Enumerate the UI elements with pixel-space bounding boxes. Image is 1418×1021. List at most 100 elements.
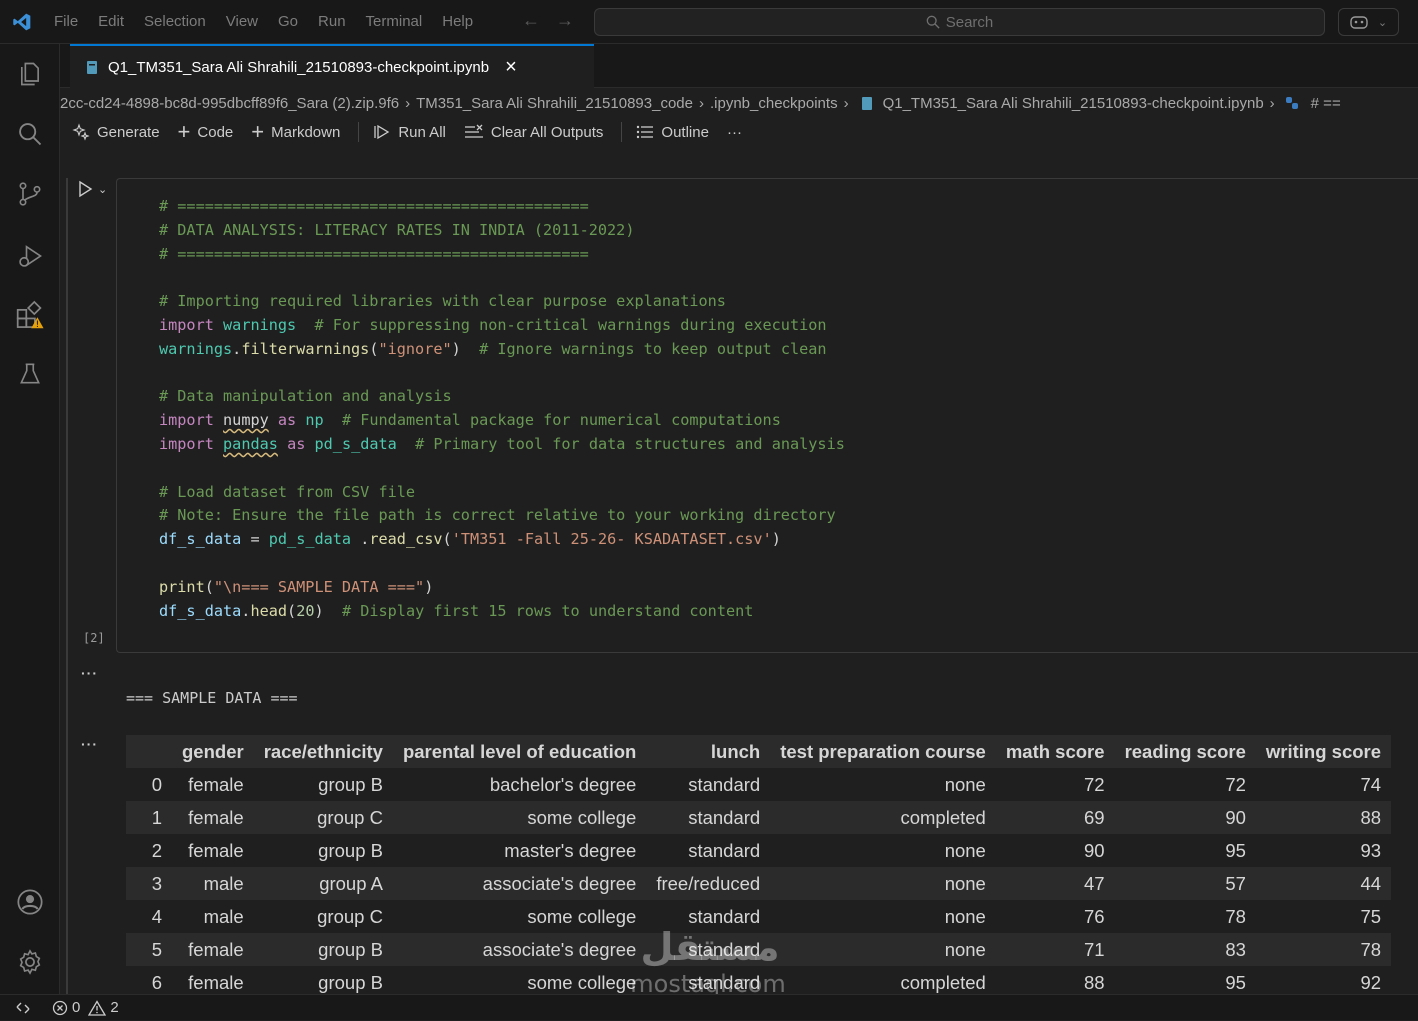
table-cell: 2 <box>151 839 162 861</box>
table-header-row: gender race/ethnicity parental level of … <box>126 735 1392 768</box>
forward-arrow-icon[interactable]: → <box>556 10 574 31</box>
code-label: Code <box>197 123 234 141</box>
breadcrumb-item[interactable]: # == <box>1311 95 1341 112</box>
column-header: writing score <box>1255 735 1392 768</box>
menu-view[interactable]: View <box>216 0 268 44</box>
notebook-file-icon <box>87 60 97 74</box>
table-cell: 4 <box>151 905 162 927</box>
run-all-icon <box>374 124 390 140</box>
more-actions-button[interactable]: ··· <box>727 124 742 141</box>
notebook-file-icon <box>861 96 872 110</box>
table-cell: none <box>944 773 986 795</box>
table-row: 1 female group Csome college standard comple… <box>126 801 1392 834</box>
source-control-icon[interactable] <box>14 178 46 210</box>
breadcrumb-item[interactable]: TM351_Sara Ali Shrahili_21510893_code <box>416 95 693 112</box>
python-icon <box>1285 97 1298 109</box>
editor-tabs: Q1_TM351_Sara Ali Shrahili_21510893-chec… <box>60 44 1418 88</box>
back-arrow-icon[interactable]: ← <box>522 10 540 31</box>
table-cell: 3 <box>126 867 172 900</box>
table-cell: 78 <box>1225 905 1246 927</box>
play-icon <box>79 180 93 198</box>
toolbar-divider <box>358 122 360 142</box>
plus-icon: + <box>251 119 265 144</box>
code-editor[interactable]: # ======================================… <box>159 195 845 623</box>
run-all-label: Run All <box>398 123 446 141</box>
remote-icon <box>16 1002 30 1013</box>
output-more-icon[interactable]: ··· <box>81 736 98 752</box>
breadcrumb-item[interactable]: Q1_TM351_Sara Ali Shrahili_21510893-chec… <box>883 95 1264 112</box>
sparkle-icon <box>72 123 90 141</box>
table-cell: associate's degree <box>392 867 647 900</box>
chevron-down-icon: ⌄ <box>1377 16 1388 29</box>
status-bar: 0 2 <box>0 994 1418 1020</box>
table-cell: group B <box>253 933 393 966</box>
menu-help[interactable]: Help <box>432 0 483 44</box>
column-header: parental level of education <box>392 735 647 768</box>
output-more-icon[interactable]: ··· <box>81 665 98 681</box>
table-row: 0 female group B bachelor's degree standard n… <box>126 768 1391 801</box>
problems-indicator[interactable]: 0 2 <box>52 999 119 1016</box>
more-icon: ··· <box>726 123 742 141</box>
breadcrumb-item[interactable]: .ipynb_checkpoints <box>710 95 838 112</box>
warning-icon <box>88 999 107 1016</box>
extensions-icon[interactable]: ! <box>14 300 46 332</box>
table-cell: some college <box>392 801 647 834</box>
search-icon[interactable] <box>14 118 46 150</box>
add-code-button[interactable]: + Code <box>178 121 234 143</box>
table-cell: 75 <box>1360 905 1382 927</box>
column-header: math score <box>995 735 1115 768</box>
remote-indicator[interactable] <box>0 995 46 1021</box>
vscode-logo-icon <box>0 0 44 44</box>
execution-count: [2] <box>83 631 105 645</box>
table-row: 2 female group B master's degree standard non… <box>126 834 1391 867</box>
column-header: test preparation course <box>770 735 996 768</box>
accounts-icon[interactable] <box>14 886 46 918</box>
copilot-icon <box>1350 16 1368 29</box>
explorer-icon[interactable] <box>14 58 46 90</box>
chevron-down-icon[interactable]: ⌄ <box>98 183 107 196</box>
copilot-control[interactable]: ⌄ <box>1338 8 1399 36</box>
table-cell: 1 <box>126 801 172 834</box>
tab-notebook[interactable]: Q1_TM351_Sara Ali Shrahili_21510893-chec… <box>70 44 594 88</box>
table-cell: 90 <box>1083 839 1105 861</box>
table-cell: 71 <box>995 933 1115 966</box>
table-cell: 5 <box>126 933 172 966</box>
run-all-button[interactable]: Run All <box>373 123 446 141</box>
table-cell: group B <box>318 839 383 861</box>
run-cell-button[interactable]: ⌄ <box>76 180 107 198</box>
plus-icon: + <box>177 119 191 144</box>
table-cell: 72 <box>1083 773 1105 795</box>
menu-go[interactable]: Go <box>268 0 308 44</box>
menu-run[interactable]: Run <box>308 0 356 44</box>
command-center-search[interactable]: Search <box>594 8 1325 36</box>
menu-file[interactable]: File <box>44 0 88 44</box>
settings-gear-icon[interactable] <box>14 946 46 978</box>
run-debug-icon[interactable] <box>14 240 46 272</box>
cell-focus-indicator <box>66 178 68 994</box>
table-cell: group A <box>253 867 393 900</box>
outline-label: Outline <box>661 123 709 141</box>
breadcrumb-item[interactable]: 2cc-cd24-4898-bc8d-995dbcff89f6_Sara (2)… <box>60 95 399 112</box>
table-cell: female <box>172 801 254 834</box>
table-cell: female <box>188 839 244 861</box>
add-markdown-button[interactable]: + Markdown <box>251 121 340 143</box>
chevron-right-icon: › <box>1269 94 1275 112</box>
menu-edit[interactable]: Edit <box>88 0 134 44</box>
column-header <box>126 735 172 768</box>
code-cell[interactable]: # ======================================… <box>116 178 1418 653</box>
menu-selection[interactable]: Selection <box>134 0 216 44</box>
table-cell: none <box>770 933 996 966</box>
close-icon[interactable]: × <box>505 57 517 77</box>
table-cell: female <box>172 933 254 966</box>
menu-terminal[interactable]: Terminal <box>356 0 433 44</box>
tab-label: Q1_TM351_Sara Ali Shrahili_21510893-chec… <box>108 58 490 76</box>
outline-button[interactable]: Outline <box>636 124 709 141</box>
table-cell: free/reduced <box>646 867 771 900</box>
testing-flask-icon[interactable] <box>14 358 46 390</box>
table-cell: 0 <box>151 773 162 795</box>
notebook-toolbar: Generate + Code + Markdown Run All Clear… <box>72 118 760 146</box>
clear-all-outputs-button[interactable]: Clear All Outputs <box>464 124 603 141</box>
search-icon <box>926 15 940 29</box>
generate-button[interactable]: Generate <box>72 123 160 141</box>
table-cell: 76 <box>1083 905 1105 927</box>
